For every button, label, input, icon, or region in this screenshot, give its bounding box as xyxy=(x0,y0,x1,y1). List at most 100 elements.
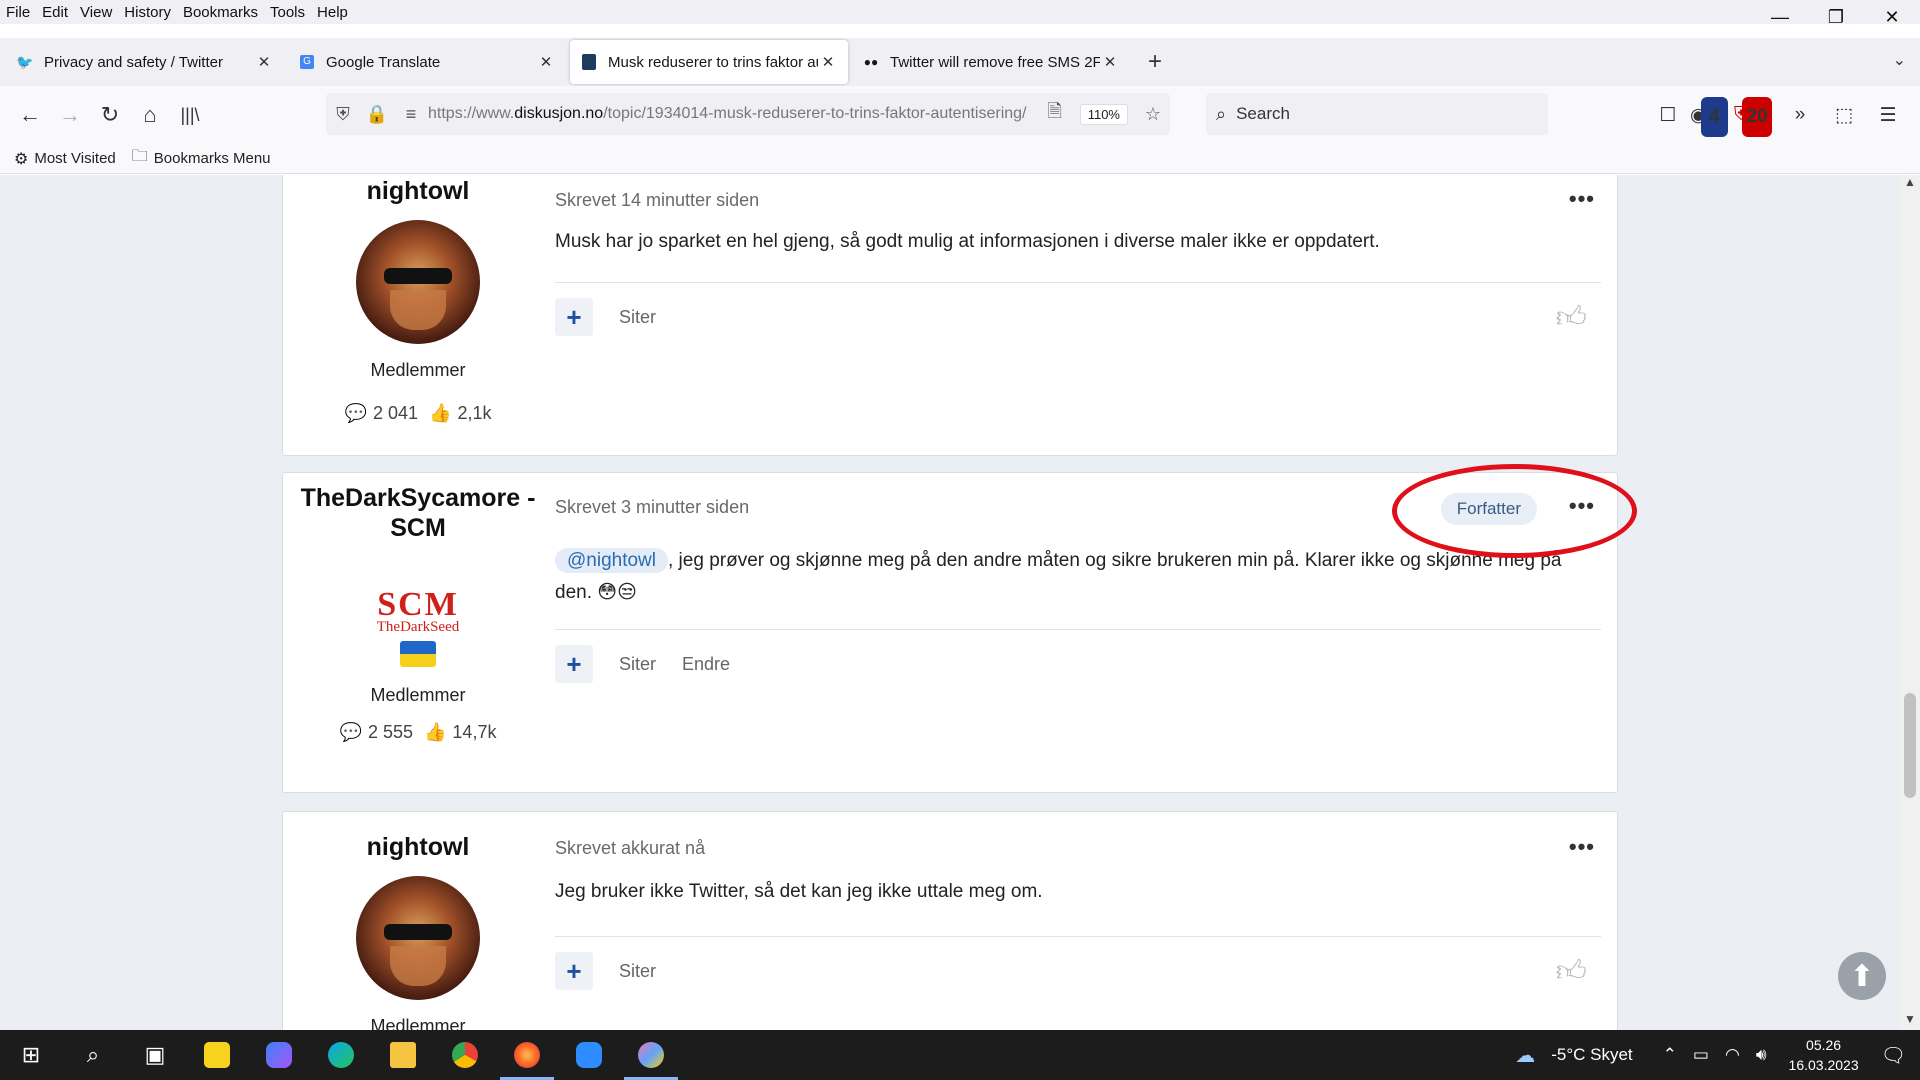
folder-icon: 🗀 xyxy=(131,148,148,165)
avatar[interactable] xyxy=(356,220,480,344)
menu-view[interactable]: View xyxy=(74,4,118,21)
paint-app-icon[interactable] xyxy=(620,1030,682,1080)
battery-icon[interactable]: ▭ xyxy=(1693,1045,1709,1065)
bookmark-most-visited[interactable]: ⚙ Most Visited xyxy=(14,149,116,169)
tracking-shield-icon[interactable]: ⛨ xyxy=(326,104,360,125)
quote-button[interactable]: Siter xyxy=(619,307,656,328)
post-content: Musk har jo sparket en hel gjeng, så god… xyxy=(555,231,1380,252)
post-timestamp[interactable]: Skrevet akkurat nå xyxy=(555,838,705,859)
quote-button[interactable]: Siter xyxy=(619,654,656,675)
minimize-icon[interactable]: — xyxy=(1752,0,1808,34)
weather-text[interactable]: -5°C Skyet xyxy=(1551,1045,1632,1065)
like-thumbs-up-icon[interactable]: 👍︎ xyxy=(1556,300,1587,336)
quote-button[interactable]: Siter xyxy=(619,961,656,982)
avatar[interactable] xyxy=(356,876,480,1000)
author-name[interactable]: nightowl xyxy=(283,176,553,206)
tab-diskusjon[interactable]: Musk reduserer to trins faktor autentise… xyxy=(570,40,848,84)
menu-bookmarks[interactable]: Bookmarks xyxy=(177,4,264,21)
close-tab-icon[interactable]: ✕ xyxy=(818,53,838,71)
post-timestamp[interactable]: Skrevet 14 minutter siden xyxy=(555,190,759,211)
multiquote-plus-button[interactable]: + xyxy=(555,645,593,683)
scrollbar-thumb[interactable] xyxy=(1904,693,1916,798)
notifications-icon[interactable]: 🗨︎ xyxy=(1881,1043,1906,1068)
tab-google-translate[interactable]: G Google Translate ✕ xyxy=(288,40,566,84)
close-tab-icon[interactable]: ✕ xyxy=(1100,53,1120,71)
url-text[interactable]: https://www.diskusjon.no/topic/1934014-m… xyxy=(428,105,1038,123)
menu-history[interactable]: History xyxy=(118,4,177,21)
extension-badge: 4 xyxy=(1700,97,1728,137)
scroll-up-arrow-icon[interactable]: ▲ xyxy=(1900,175,1920,193)
chevron-up-icon[interactable]: ⌃ xyxy=(1663,1045,1677,1065)
close-tab-icon[interactable]: ✕ xyxy=(254,53,274,71)
cloud-weather-icon[interactable]: ☁ xyxy=(1515,1043,1535,1068)
search-bar[interactable]: ⌕ Search xyxy=(1206,93,1548,135)
scroll-down-arrow-icon[interactable]: ▼ xyxy=(1900,1012,1920,1030)
ublock-shield-icon[interactable]: ⛨ 20 xyxy=(1734,95,1778,137)
permissions-icon[interactable]: ≡ xyxy=(394,104,428,125)
sticky-notes-icon[interactable] xyxy=(186,1030,248,1080)
post-body: Skrevet akkurat nå ••• Jeg bruker ikke T… xyxy=(555,812,1601,1030)
toolbar-extensions: ☐ ◉ 4 ⛨ 20 » ⬚ ☰ xyxy=(1646,95,1910,137)
tab-twitter-privacy[interactable]: 🐦 Privacy and safety / Twitter ✕ xyxy=(6,40,284,84)
author-name[interactable]: TheDarkSycamore - SCM xyxy=(283,483,553,543)
pocket-icon[interactable]: ☐ xyxy=(1646,95,1690,135)
file-explorer-icon[interactable] xyxy=(372,1030,434,1080)
author-stats: 💬 2 041 👍 2,1k xyxy=(283,403,553,424)
post-timestamp[interactable]: Skrevet 3 minutter siden xyxy=(555,497,749,518)
edit-button[interactable]: Endre xyxy=(682,654,730,675)
copilot-icon[interactable] xyxy=(248,1030,310,1080)
page-scrollbar[interactable]: ▲ ▼ xyxy=(1900,175,1920,1030)
url-bar[interactable]: ⛨ 🔒 ≡ https://www.diskusjon.no/topic/193… xyxy=(326,93,1170,135)
home-icon[interactable]: ⌂ xyxy=(130,95,170,135)
close-tab-icon[interactable]: ✕ xyxy=(536,53,556,71)
extensions-puzzle-icon[interactable]: ⬚ xyxy=(1822,95,1866,135)
zoom-level-badge[interactable]: 110% xyxy=(1079,103,1128,125)
reader-view-icon[interactable]: 🗎 xyxy=(1038,99,1072,129)
forward-arrow-icon[interactable]: → xyxy=(50,95,90,135)
overflow-chevron-icon[interactable]: » xyxy=(1778,95,1822,135)
author-name[interactable]: nightowl xyxy=(283,832,553,862)
menu-edit[interactable]: Edit xyxy=(36,4,74,21)
logo-subtext: TheDarkSeed xyxy=(376,619,460,635)
like-thumbs-up-icon[interactable]: 👍︎ xyxy=(1556,954,1587,990)
library-icon[interactable]: |||\ xyxy=(170,95,210,135)
hamburger-menu-icon[interactable]: ☰ xyxy=(1866,95,1910,135)
extension-icon[interactable]: ◉ 4 xyxy=(1690,95,1734,137)
chrome-icon[interactable] xyxy=(434,1030,496,1080)
scroll-to-top-icon[interactable]: ⬆ xyxy=(1838,952,1886,1000)
comment-icon: 💬 xyxy=(344,403,367,423)
volume-icon[interactable]: 🔊︎ xyxy=(1756,1045,1767,1065)
post-actions: + Siter xyxy=(555,952,682,990)
thumbs-up-icon: 👍 xyxy=(429,403,452,423)
search-icon[interactable]: ⌕ xyxy=(62,1030,124,1080)
lock-icon[interactable]: 🔒 xyxy=(360,104,394,125)
user-mention[interactable]: @nightowl xyxy=(555,548,668,573)
menu-file[interactable]: File xyxy=(0,4,36,21)
task-view-icon[interactable]: ▣ xyxy=(124,1030,186,1080)
bookmark-menu[interactable]: 🗀 Bookmarks Menu xyxy=(132,145,271,172)
more-options-icon[interactable]: ••• xyxy=(1569,834,1595,860)
menu-tools[interactable]: Tools xyxy=(264,4,311,21)
multiquote-plus-button[interactable]: + xyxy=(555,298,593,336)
restore-icon[interactable]: ❐ xyxy=(1808,0,1864,34)
divider xyxy=(555,936,1601,937)
bookmark-star-icon[interactable]: ☆ xyxy=(1136,104,1170,125)
more-options-icon[interactable]: ••• xyxy=(1569,186,1595,212)
tab-abc-news[interactable]: ●● Twitter will remove free SMS 2FA ✕ xyxy=(852,40,1130,84)
clock[interactable]: 05.26 16.03.2023 xyxy=(1789,1035,1859,1075)
edge-browser-icon[interactable] xyxy=(310,1030,372,1080)
zoom-app-icon[interactable] xyxy=(558,1030,620,1080)
back-arrow-icon[interactable]: ← xyxy=(10,95,50,135)
multiquote-plus-button[interactable]: + xyxy=(555,952,593,990)
firefox-icon[interactable] xyxy=(496,1030,558,1080)
close-window-icon[interactable]: ✕ xyxy=(1864,0,1920,34)
new-tab-icon[interactable]: + xyxy=(1148,48,1162,76)
tab-list-chevron-icon[interactable]: ⌄ xyxy=(1893,50,1906,70)
tab-label: Privacy and safety / Twitter xyxy=(44,53,223,71)
menu-help[interactable]: Help xyxy=(311,4,354,21)
reload-icon[interactable]: ↻ xyxy=(90,95,130,135)
windows-start-icon[interactable]: ⊞ xyxy=(0,1030,62,1080)
post-author-panel: nightowl Medlemmer 💬 2 041 👍 2,1k xyxy=(283,175,553,424)
wifi-icon[interactable]: ◠ xyxy=(1725,1045,1740,1065)
forum-post: nightowl Medlemmer Skrevet akkurat nå ••… xyxy=(282,811,1618,1030)
